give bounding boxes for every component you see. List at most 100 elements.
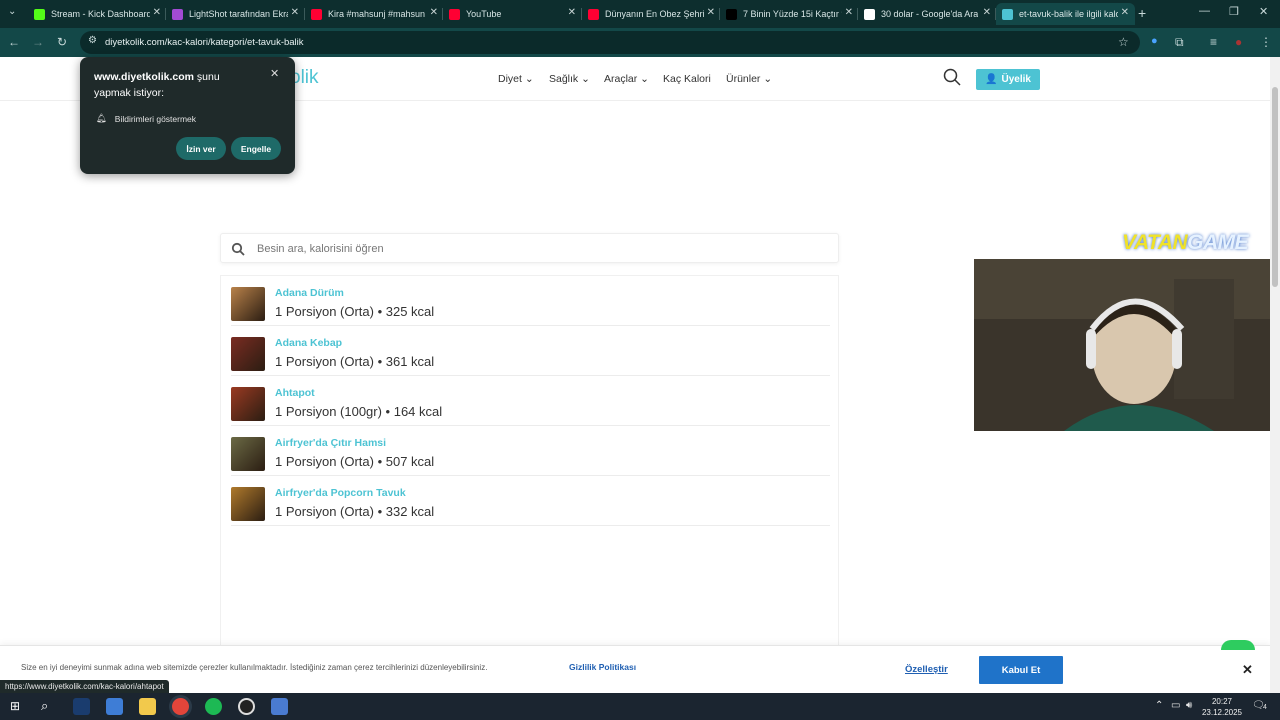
chrome-icon[interactable]	[172, 698, 189, 715]
food-thumbnail[interactable]	[231, 337, 265, 371]
food-name-link[interactable]: Ahtapot	[275, 387, 315, 399]
notification-count: 4	[1263, 704, 1267, 711]
nav-diyet[interactable]: Diyet ⌄	[498, 73, 534, 85]
spotify-icon[interactable]	[205, 698, 222, 715]
food-search-box	[220, 233, 839, 263]
store-icon[interactable]	[106, 698, 123, 715]
tab-7[interactable]: et-tavuk-balik ile ilgili kalo ✕	[996, 3, 1135, 25]
nav-urunler[interactable]: Ürünler ⌄	[726, 73, 772, 85]
cookie-close-icon[interactable]: ✕	[1242, 662, 1253, 678]
nav-saglik[interactable]: Sağlık ⌄	[549, 73, 590, 85]
close-window-icon[interactable]: ✕	[1259, 5, 1268, 18]
tab-4[interactable]: Dünyanın En Obez Şehrin ✕	[582, 3, 721, 25]
cookie-banner: Size en iyi deneyimi sunmak adına web si…	[0, 645, 1270, 693]
tab-title: Dünyanın En Obez Şehrin	[605, 9, 704, 19]
extension-icon[interactable]: ●	[1151, 35, 1158, 47]
food-thumbnail[interactable]	[231, 437, 265, 471]
back-icon[interactable]: ←	[8, 35, 20, 49]
cookie-text: Size en iyi deneyimi sunmak adına web si…	[21, 663, 488, 672]
food-name-link[interactable]: Airfryer'da Çıtır Hamsi	[275, 437, 386, 449]
tab-separator	[442, 8, 443, 20]
food-calorie-detail: 1 Porsiyon (Orta) • 361 kcal	[275, 354, 435, 369]
food-search-input[interactable]	[257, 240, 817, 258]
extensions-puzzle-icon[interactable]: ⧉	[1175, 35, 1184, 50]
user-icon: 👤	[985, 74, 998, 85]
privacy-policy-link[interactable]: Gizlilik Politikası	[569, 662, 636, 672]
bookmark-star-icon[interactable]: ☆	[1118, 35, 1129, 49]
tab-3[interactable]: YouTube ✕	[443, 3, 582, 25]
cookie-accept-button[interactable]: Kabul Et	[979, 656, 1063, 684]
profile-avatar-icon[interactable]: ●	[1235, 35, 1242, 49]
tab-close-icon[interactable]: ✕	[1121, 7, 1129, 18]
tab-close-icon[interactable]: ✕	[983, 7, 991, 18]
address-url: diyetkolik.com/kac-kalori/kategori/et-ta…	[105, 37, 304, 48]
taskbar-clock[interactable]: 20:27 23.12.2025	[1198, 696, 1246, 718]
volume-icon[interactable]: 🔊︎	[1186, 700, 1192, 711]
obs-icon[interactable]	[238, 698, 255, 715]
membership-button[interactable]: 👤 Üyelik	[976, 69, 1040, 90]
food-thumbnail[interactable]	[231, 287, 265, 321]
tray-overflow-icon[interactable]: ⌃	[1155, 700, 1163, 711]
tab-close-icon[interactable]: ✕	[291, 7, 299, 18]
webcam-image	[974, 259, 1270, 431]
notification-permission-popup: www.diyetkolik.com şunu yapmak istiyor: …	[80, 57, 295, 174]
tab-close-icon[interactable]: ✕	[430, 7, 438, 18]
youtube-icon	[449, 8, 460, 20]
nav-kac-kalori[interactable]: Kaç Kalori	[663, 73, 711, 85]
start-icon[interactable]: ⊞	[10, 699, 20, 713]
scrollbar-thumb[interactable]	[1272, 87, 1278, 287]
whatsapp-icon[interactable]	[1221, 640, 1255, 650]
block-button[interactable]: Engelle	[231, 137, 281, 160]
tab-search-icon[interactable]: ⌄	[8, 6, 16, 17]
network-icon[interactable]: ▭	[1171, 700, 1180, 711]
tab-separator	[857, 8, 858, 20]
minimize-icon[interactable]: —	[1199, 5, 1210, 17]
food-list-item[interactable]: Airfryer'da Çıtır Hamsi 1 Porsiyon (Orta)…	[231, 426, 830, 476]
calculator-icon[interactable]	[271, 698, 288, 715]
forward-icon[interactable]: →	[32, 35, 44, 49]
site-info-icon[interactable]: ⚙	[88, 35, 97, 46]
food-list-item[interactable]: Adana Dürüm 1 Porsiyon (Orta) • 325 kcal	[231, 276, 830, 326]
taskbar-search-icon[interactable]: ⌕	[41, 698, 48, 714]
food-thumbnail[interactable]	[231, 487, 265, 521]
tab-0[interactable]: Stream - Kick Dashboard ✕	[28, 3, 167, 25]
food-thumbnail[interactable]	[231, 387, 265, 421]
tab-title: 30 dolar - Google'da Ara	[881, 9, 979, 19]
x-icon	[726, 8, 737, 20]
google-icon	[864, 8, 875, 20]
notification-popup-title: www.diyetkolik.com şunu yapmak istiyor:	[94, 71, 220, 99]
tab-6[interactable]: 30 dolar - Google'da Ara ✕	[858, 3, 997, 25]
food-name-link[interactable]: Airfryer'da Popcorn Tavuk	[275, 487, 406, 499]
food-calorie-detail: 1 Porsiyon (100gr) • 164 kcal	[275, 404, 443, 419]
tab-close-icon[interactable]: ✕	[707, 7, 715, 18]
nav-araclar[interactable]: Araçlar ⌄	[604, 73, 649, 85]
tab-1[interactable]: LightShot tarafından Ekran ✕	[166, 3, 305, 25]
notification-close-icon[interactable]: ✕	[270, 67, 279, 80]
tab-2[interactable]: Kira #mahsunj #mahsun # ✕	[305, 3, 444, 25]
food-list-item[interactable]: Ahtapot 1 Porsiyon (100gr) • 164 kcal	[231, 376, 830, 426]
address-bar[interactable]: ⚙ diyetkolik.com/kac-kalori/kategori/et-…	[80, 31, 1140, 54]
tab-title: Kira #mahsunj #mahsun #	[328, 9, 427, 19]
media-control-icon[interactable]: ≡	[1210, 35, 1217, 49]
steam-icon[interactable]	[73, 698, 90, 715]
site-search-icon[interactable]	[943, 68, 961, 86]
new-tab-icon[interactable]: +	[1138, 5, 1146, 21]
food-name-link[interactable]: Adana Kebap	[275, 337, 342, 349]
page-scrollbar[interactable]	[1270, 57, 1280, 693]
cookie-customize-button[interactable]: Özelleştir	[905, 664, 948, 675]
food-list-item[interactable]: Airfryer'da Popcorn Tavuk 1 Porsiyon (Ort…	[231, 476, 830, 526]
food-list-item[interactable]: Adana Kebap 1 Porsiyon (Orta) • 361 kcal	[231, 326, 830, 376]
maximize-icon[interactable]: ❐	[1229, 5, 1239, 18]
youtube-icon	[311, 8, 322, 20]
allow-button[interactable]: İzin ver	[176, 137, 226, 160]
tab-close-icon[interactable]: ✕	[153, 7, 161, 18]
reload-icon[interactable]: ↻	[57, 35, 67, 49]
tab-title: LightShot tarafından Ekran	[189, 9, 288, 19]
food-name-link[interactable]: Adana Dürüm	[275, 287, 344, 299]
file-explorer-icon[interactable]	[139, 698, 156, 715]
tab-close-icon[interactable]: ✕	[845, 7, 853, 18]
browser-menu-icon[interactable]: ⋮	[1260, 35, 1272, 49]
search-icon	[231, 242, 245, 256]
tab-close-icon[interactable]: ✕	[568, 7, 576, 18]
tab-5[interactable]: 7 Binin Yüzde 15i Kaçtır ? ✕	[720, 3, 859, 25]
